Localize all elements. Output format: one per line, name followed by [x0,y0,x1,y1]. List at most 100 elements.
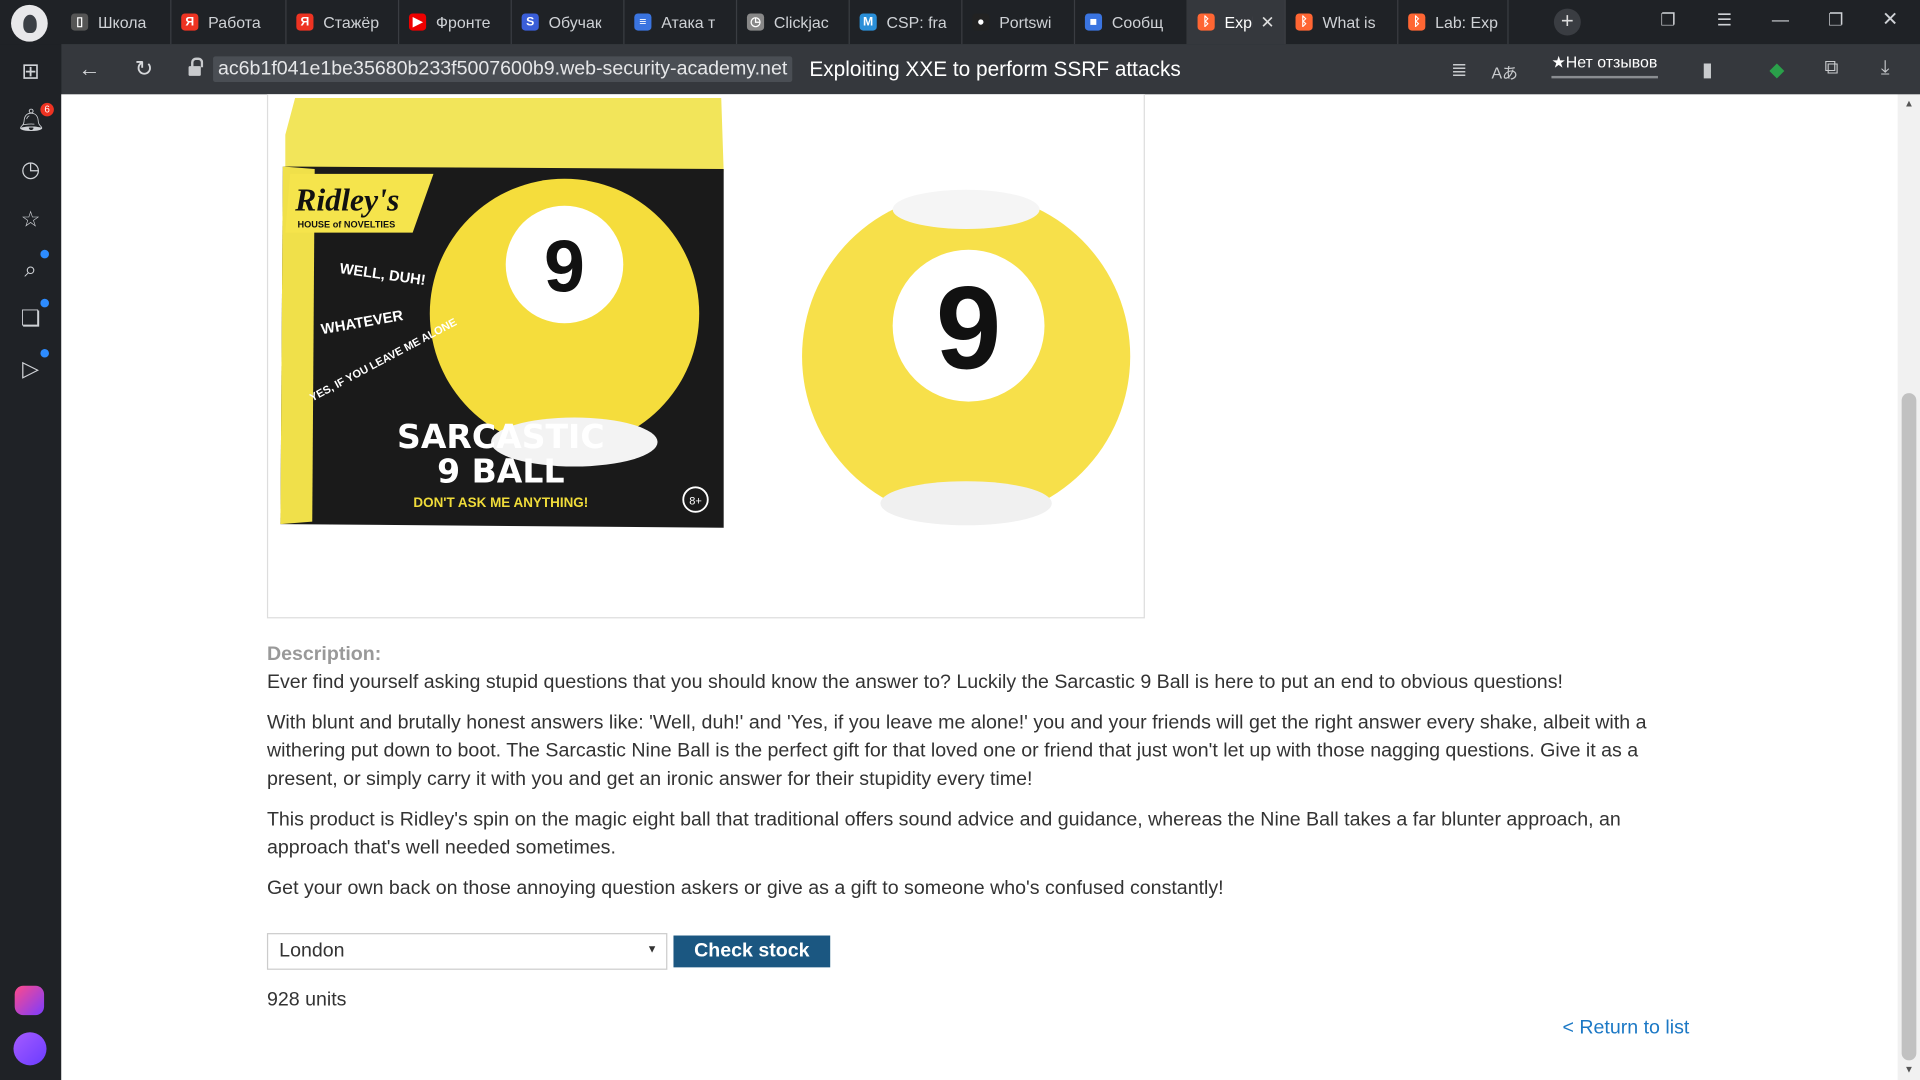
collections-sidebar-icon[interactable]: ❏ [17,305,44,332]
tab-strip: ▯ Школа Я Работа Я Стажёр ▶ Фронте S Обучак ≡ Атака… [0,0,1920,45]
chat-icon: ■ [1084,13,1103,31]
tab-title: Атака т [661,12,716,32]
tab-title: CSP: fra [886,12,947,32]
minimize-icon[interactable]: — [1772,10,1789,30]
chevron-down-icon: ▼ [646,942,658,956]
page-icon: ▯ [71,13,89,31]
profile-avatar[interactable] [11,4,48,42]
browser-tab[interactable]: ᛒ What is [1286,0,1399,45]
close-window-icon[interactable]: ✕ [1882,7,1898,31]
svg-text:Ridley's: Ridley's [294,183,399,218]
youtube-icon: ▶ [408,13,427,31]
collections-icon[interactable]: ⧉ [1825,58,1839,80]
scroll-up-icon[interactable]: ▲ [1904,98,1914,109]
address-bar: ← ↻ ac6b1f041e1be35680b233f5007600b9.web… [61,44,1920,95]
product-description: Description: Ever find yourself asking s… [267,640,1700,914]
mdn-icon: M [859,13,877,31]
tab-title: Сообщ [1111,12,1164,32]
apps-grid-icon[interactable]: ⊞ [17,58,44,85]
back-icon[interactable]: ← [78,56,100,82]
close-tab-icon[interactable]: ✕ [1260,12,1274,33]
notification-badge: 6 [40,102,54,117]
extension-icon[interactable]: ◆ [1769,58,1784,82]
bookmark-icon[interactable]: ▮ [1702,58,1713,82]
description-paragraph: With blunt and brutally honest answers l… [266,712,1647,790]
reviews-button[interactable]: ★Нет отзывов [1551,53,1658,79]
restore-icon[interactable]: ❐ [1828,10,1843,31]
tab-title: Lab: Exp [1435,12,1498,32]
alice-assistant-icon[interactable] [13,1032,47,1066]
translate-icon[interactable]: Aあ [1491,60,1518,83]
url-field[interactable]: ac6b1f041e1be35680b233f5007600b9.web-sec… [213,56,793,83]
svg-text:9: 9 [544,224,585,307]
lock-icon[interactable] [188,57,204,77]
tab-title: Школа [97,12,147,32]
svg-text:8+: 8+ [689,495,702,507]
browser-tab[interactable]: ■ Сообщ [1075,0,1188,45]
tab-manager-icon[interactable]: ❐ [1660,10,1675,31]
tab-title: Обучак [548,12,602,32]
menu-icon[interactable]: ☰ [1717,10,1732,31]
product-image: Ridley's HOUSE of NOVELTIES 9 WELL, DUH!… [266,94,1145,619]
favorites-icon[interactable]: ☆ [17,206,44,233]
reload-icon[interactable]: ↻ [135,56,153,82]
svg-text:HOUSE of NOVELTIES: HOUSE of NOVELTIES [298,220,396,230]
github-icon: ● [972,13,990,31]
tab-title: Portswi [999,12,1052,32]
browser-tab[interactable]: Я Работа [171,0,287,45]
portswigger-icon: ᛒ [1197,13,1215,31]
store-select[interactable]: London ▼ [266,933,668,970]
check-stock-button[interactable]: Check stock [673,935,831,968]
browser-tab[interactable]: ◷ Clickjac [737,0,850,45]
s-icon: S [521,13,539,31]
video-icon[interactable]: ▷ [17,355,44,382]
browser-tab[interactable]: ▶ Фронте [399,0,512,45]
search-doc-icon[interactable]: ⌕ [17,256,44,283]
description-paragraph: Get your own back on those annoying ques… [266,877,1224,899]
scroll-down-icon[interactable]: ▼ [1904,1064,1914,1075]
browser-tab[interactable]: M CSP: fra [850,0,963,45]
messenger-icon[interactable] [14,985,45,1016]
yandex-icon: Я [296,13,314,31]
page-scrollbar[interactable]: ▲ ▼ [1897,94,1920,1080]
svg-text:9: 9 [936,263,1001,394]
browser-tab[interactable]: ≡ Атака т [624,0,738,45]
description-label: Description: [266,644,382,665]
stock-result: 928 units [266,989,347,1011]
tab-title: Clickjac [773,12,829,32]
download-icon[interactable]: ⤓ [1881,58,1890,80]
tab-list: ▯ Школа Я Работа Я Стажёр ▶ Фронте S Обучак ≡ Атака… [61,0,1509,45]
update-dot [40,348,49,358]
tab-title: Explo [1224,12,1253,32]
scrollbar-thumb[interactable] [1901,393,1917,1061]
web-page: Ridley's HOUSE of NOVELTIES 9 WELL, DUH!… [61,94,1898,1080]
update-dot [40,298,49,308]
browser-tab[interactable]: ᛒ Explo ✕ [1187,0,1286,45]
svg-text:9 BALL: 9 BALL [437,451,564,490]
browser-tab[interactable]: S Обучак [512,0,625,45]
description-paragraph: This product is Ridley's spin on the mag… [266,809,1621,859]
svg-text:DON'T ASK ME ANYTHING!: DON'T ASK ME ANYTHING! [413,495,588,510]
return-to-list-link[interactable]: < Return to list [1562,1018,1689,1040]
browser-sidebar: ⊞ 🔔︎ 6 ◷ ☆ ⌕ ❏ ▷ [0,44,62,1080]
new-tab-button[interactable]: + [1553,8,1581,36]
update-dot [40,249,49,259]
clock-icon: ◷ [746,13,765,31]
browser-tab[interactable]: Я Стажёр [287,0,400,45]
browser-tab[interactable]: ● Portswi [962,0,1076,45]
store-select-value: London [279,940,345,962]
portswigger-icon: ᛒ [1408,13,1426,31]
portswigger-icon: ᛒ [1295,13,1313,31]
tab-title: Стажёр [323,12,380,32]
page-title: Exploiting XXE to perform SSRF attacks [809,57,1181,81]
doc-icon: ≡ [634,13,652,31]
tab-title: What is [1322,12,1376,32]
svg-text:SARCASTIC: SARCASTIC [397,417,605,456]
history-icon[interactable]: ◷ [17,156,44,183]
yandex-icon: Я [181,13,199,31]
browser-tab[interactable]: ▯ Школа [61,0,172,45]
browser-tab[interactable]: ᛒ Lab: Exp [1398,0,1509,45]
reader-mode-icon[interactable]: ≣ [1451,58,1467,82]
tab-title: Работа [208,12,261,32]
description-paragraph: Ever find yourself asking stupid questio… [266,672,1563,694]
